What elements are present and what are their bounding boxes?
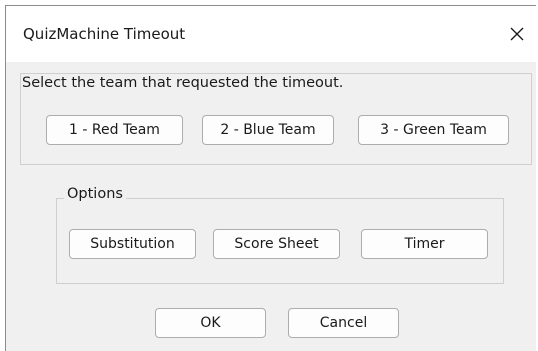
team-prompt-label: Select the team that requested the timeo… <box>22 75 344 91</box>
green-team-button[interactable]: 3 - Green Team <box>358 115 509 145</box>
options-legend: Options <box>64 186 126 202</box>
title-bar: QuizMachine Timeout <box>6 6 536 62</box>
blue-team-button[interactable]: 2 - Blue Team <box>202 115 334 145</box>
cancel-button[interactable]: Cancel <box>288 308 399 338</box>
score-sheet-button[interactable]: Score Sheet <box>213 229 340 259</box>
red-team-button[interactable]: 1 - Red Team <box>46 115 183 145</box>
close-button[interactable] <box>504 21 530 47</box>
window-title: QuizMachine Timeout <box>23 25 186 43</box>
ok-button[interactable]: OK <box>155 308 266 338</box>
timer-button[interactable]: Timer <box>361 229 488 259</box>
substitution-button[interactable]: Substitution <box>69 229 196 259</box>
close-icon <box>510 27 524 41</box>
timeout-dialog: QuizMachine Timeout Select the team that… <box>5 5 536 351</box>
